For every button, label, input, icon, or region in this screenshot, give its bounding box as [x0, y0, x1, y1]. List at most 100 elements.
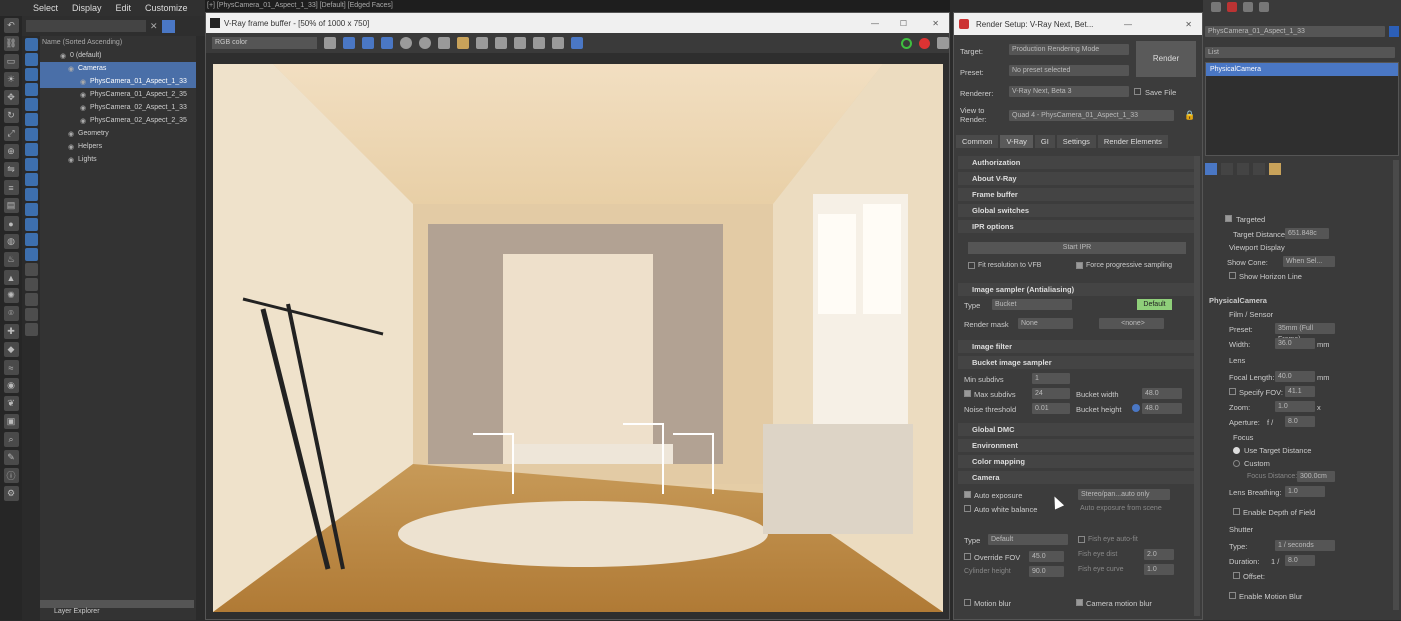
film-preset-dropdown[interactable]: 35mm (Full Frame) — [1275, 323, 1335, 343]
select-icon[interactable]: ▭ — [3, 54, 19, 69]
tab-vray[interactable]: V-Ray — [1000, 135, 1033, 148]
rendered-image[interactable] — [213, 64, 943, 612]
camera-icon[interactable]: ⌾ — [3, 306, 19, 321]
custom-radio[interactable] — [1233, 460, 1240, 467]
link-icon[interactable] — [552, 37, 564, 49]
filter-geometry-icon[interactable] — [24, 38, 38, 51]
copy-icon[interactable] — [495, 37, 507, 49]
focus-distance-field[interactable]: 300.0cm — [1297, 471, 1335, 482]
rollout-image-sampler[interactable]: Image sampler (Antialiasing) — [958, 283, 1194, 296]
teapot-icon[interactable] — [937, 37, 949, 49]
scene-tree-item[interactable]: ◉ Helpers — [40, 140, 196, 153]
alpha-icon[interactable] — [400, 37, 412, 49]
filter-shapes-icon[interactable] — [24, 53, 38, 66]
configure-sets-icon[interactable] — [1269, 163, 1281, 175]
auto-exposure-dropdown[interactable]: Stereo/pan...auto only — [1078, 489, 1170, 500]
render-mask-button[interactable]: <none> — [1099, 318, 1164, 329]
max-subdivs-field[interactable]: 24 — [1032, 388, 1070, 399]
auto-wb-checkbox[interactable] — [964, 505, 971, 512]
gear-icon[interactable]: ⚙ — [3, 486, 19, 501]
undo-icon[interactable] — [1211, 2, 1221, 12]
use-target-radio[interactable] — [1233, 447, 1240, 454]
green-channel-icon[interactable] — [362, 37, 374, 49]
fisheye-dist-field[interactable]: 2.0 — [1144, 549, 1174, 560]
light-icon[interactable]: ✺ — [3, 288, 19, 303]
rollout-authorization[interactable]: Authorization — [958, 156, 1194, 169]
blue-channel-icon[interactable] — [381, 37, 393, 49]
rollout-camera[interactable]: Camera — [958, 471, 1194, 484]
move-icon[interactable]: ✥ — [3, 90, 19, 105]
red-channel-icon[interactable] — [343, 37, 355, 49]
fit-resolution-checkbox[interactable] — [968, 262, 975, 269]
undo-icon[interactable]: ↶ — [3, 18, 19, 33]
fov-field[interactable]: 45.0 — [1029, 551, 1064, 562]
visibility-eye-icon[interactable]: ◉ — [68, 65, 76, 73]
visibility-eye-icon[interactable]: ◉ — [80, 78, 88, 86]
cylinder-height-field[interactable]: 90.0 — [1029, 566, 1064, 577]
rollout-frame-buffer[interactable]: Frame buffer — [958, 188, 1194, 201]
layer-icon[interactable]: ▤ — [3, 198, 19, 213]
filter-spacewarps-icon[interactable] — [24, 113, 38, 126]
explorer-options-icon[interactable] — [161, 19, 175, 33]
rollout-color-mapping[interactable]: Color mapping — [958, 455, 1194, 468]
info-icon[interactable]: ⓘ — [3, 468, 19, 483]
script-icon[interactable]: ✎ — [3, 450, 19, 465]
leaf-icon[interactable]: ❦ — [3, 396, 19, 411]
tab-settings[interactable]: Settings — [1056, 135, 1096, 148]
search-field[interactable] — [26, 20, 146, 32]
bucket-width-field[interactable]: 48.0 — [1142, 388, 1182, 399]
filter-xrefs-icon[interactable] — [24, 143, 38, 156]
visibility-eye-icon[interactable]: ◉ — [60, 52, 68, 60]
cube-icon[interactable]: ▣ — [3, 414, 19, 429]
rollout-global-dmc[interactable]: Global DMC — [958, 423, 1194, 436]
rollout-bucket-sampler[interactable]: Bucket image sampler — [958, 356, 1194, 369]
snap-icon[interactable]: ⊕ — [3, 144, 19, 159]
scene-tree-item[interactable]: ◉ Lights — [40, 153, 196, 166]
list-dropdown[interactable]: List — [1205, 47, 1395, 58]
command-panel-scrollbar[interactable] — [1393, 160, 1399, 610]
fisheye-curve-field[interactable]: 1.0 — [1144, 564, 1174, 575]
override-fov-checkbox[interactable] — [964, 553, 971, 560]
track-mouse-icon[interactable] — [533, 37, 545, 49]
noise-threshold-field[interactable]: 0.01 — [1032, 403, 1070, 414]
space-warp-icon[interactable]: ≈ — [3, 360, 19, 375]
start-ipr-button[interactable]: Start IPR — [968, 242, 1186, 254]
rotate-icon[interactable]: ↻ — [3, 108, 19, 123]
folder-icon[interactable] — [457, 37, 469, 49]
minimize-icon[interactable]: — — [1124, 20, 1132, 29]
motion-icon[interactable] — [1259, 2, 1269, 12]
rollout-environment[interactable]: Environment — [958, 439, 1194, 452]
max-subdivs-checkbox[interactable] — [964, 390, 971, 397]
target-distance-field[interactable]: 651.848c — [1285, 228, 1329, 239]
show-cone-dropdown[interactable]: When Sel... — [1283, 256, 1335, 267]
filter-groups-icon[interactable] — [24, 128, 38, 141]
cam-type-dropdown[interactable]: Default — [988, 534, 1068, 545]
hierarchy-icon[interactable] — [1243, 2, 1253, 12]
render-button[interactable]: Render — [1136, 41, 1196, 77]
refresh-icon[interactable] — [901, 37, 912, 49]
bulb-icon[interactable]: ☀ — [3, 72, 19, 87]
delete-icon[interactable] — [476, 37, 488, 49]
shutter-type-dropdown[interactable]: 1 / seconds — [1275, 540, 1335, 551]
freeze-icon[interactable] — [24, 323, 38, 336]
scene-header[interactable]: Name (Sorted Ascending) — [40, 36, 196, 49]
sync-icon[interactable] — [24, 308, 38, 321]
tab-gi[interactable]: GI — [1034, 135, 1055, 148]
rollout-about-vray[interactable]: About V-Ray — [958, 172, 1194, 185]
zoom-field[interactable]: 1.0 — [1275, 401, 1315, 412]
preset-dropdown[interactable]: No preset selected — [1009, 65, 1129, 76]
force-progressive-checkbox[interactable] — [1076, 262, 1083, 269]
link-icon[interactable]: ⛓ — [3, 36, 19, 51]
render-icon[interactable]: ▲ — [3, 270, 19, 285]
show-horizon-checkbox[interactable] — [1229, 272, 1236, 279]
menu-select[interactable]: Select — [33, 3, 58, 13]
filter-cameras-icon[interactable] — [24, 83, 38, 96]
scene-tree-item[interactable]: ◉ 0 (default) — [40, 49, 196, 62]
scene-tree-item[interactable]: ◉ PhysCamera_02_Aspect_2_35 — [40, 114, 196, 127]
specify-fov-checkbox[interactable] — [1229, 388, 1236, 395]
scale-icon[interactable]: ⤢ — [3, 126, 19, 141]
tab-common[interactable]: Common — [956, 135, 999, 148]
layer-settings-icon[interactable] — [24, 293, 38, 306]
filter-helpers-icon[interactable] — [24, 98, 38, 111]
min-subdivs-field[interactable]: 1 — [1032, 373, 1070, 384]
